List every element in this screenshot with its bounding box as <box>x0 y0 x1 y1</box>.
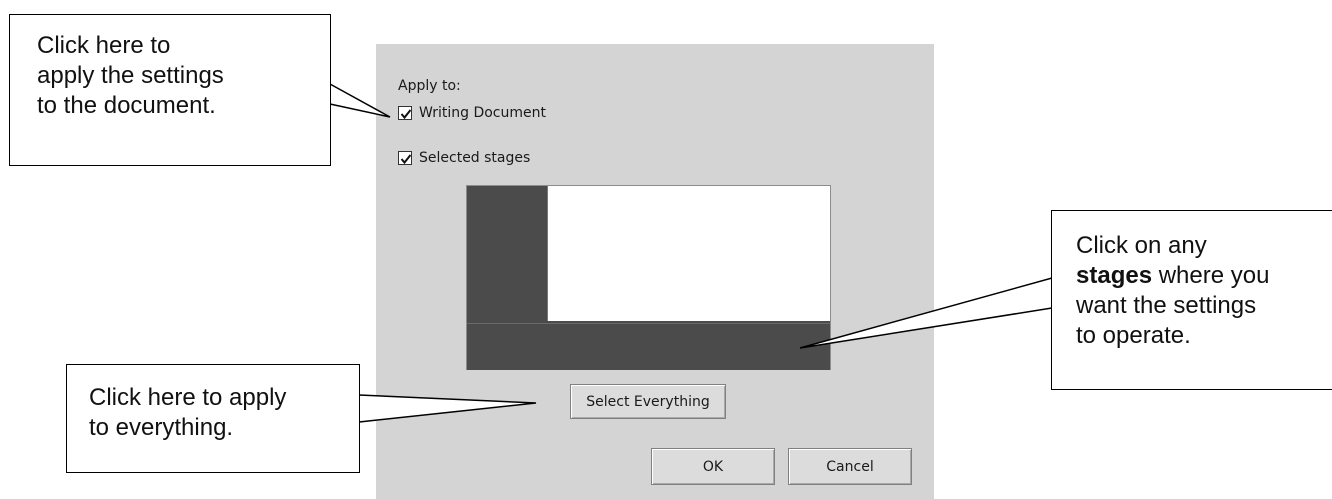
callout-stages: Click on any stages where you want the s… <box>1051 210 1332 390</box>
writing-document-option[interactable]: Writing Document <box>398 105 546 121</box>
callout-stages-bold-word: stages <box>1076 262 1153 289</box>
callout-stages-line2-rest: where you <box>1152 262 1270 289</box>
writing-document-checkbox[interactable] <box>398 106 412 120</box>
callout-everything: Click here to apply to everything. <box>66 364 360 473</box>
stage-selection-area[interactable] <box>547 186 830 321</box>
callout-everything-line1: Click here to apply <box>89 384 287 411</box>
callout-everything-line2: to everything. <box>89 414 234 441</box>
selected-stages-label: Selected stages <box>419 150 531 166</box>
select-everything-button[interactable]: Select Everything <box>570 384 726 419</box>
writing-document-label: Writing Document <box>419 105 546 121</box>
selected-stages-checkbox[interactable] <box>398 151 412 165</box>
callout-document-line2: apply the settings <box>37 62 224 89</box>
callout-document-line1: Click here to <box>37 32 171 59</box>
callout-document-line3: to the document. <box>37 92 216 119</box>
checkmark-icon <box>400 109 412 120</box>
checkmark-icon <box>400 154 412 165</box>
apply-to-label: Apply to: <box>398 78 461 94</box>
callout-stages-line3: want the settings <box>1076 292 1257 319</box>
stage-bottom-bar[interactable] <box>467 323 830 370</box>
settings-dialog: Apply to: Writing Document Selected stag… <box>376 44 934 499</box>
callout-document: Click here to apply the settings to the … <box>9 14 331 166</box>
stage-selector[interactable] <box>466 185 831 370</box>
cancel-button[interactable]: Cancel <box>788 448 912 485</box>
ok-button[interactable]: OK <box>651 448 775 485</box>
callout-stages-line2: stages where you <box>1076 261 1332 291</box>
callout-stages-line4: to operate. <box>1076 322 1191 349</box>
selected-stages-option[interactable]: Selected stages <box>398 150 530 166</box>
callout-stages-line1: Click on any <box>1076 232 1207 259</box>
